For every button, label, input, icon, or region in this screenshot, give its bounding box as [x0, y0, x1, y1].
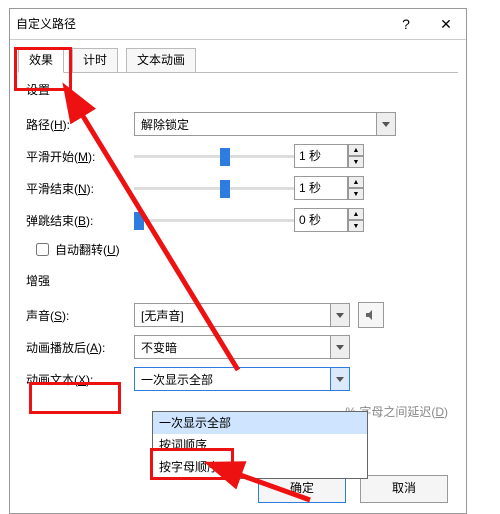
auto-reverse-checkbox[interactable] [36, 243, 49, 256]
spin-down[interactable]: ▼ [348, 156, 364, 168]
smooth-start-slider[interactable] [134, 145, 294, 167]
tabstrip: 效果 计时 文本动画 [18, 48, 458, 73]
enhance-header: 增强 [10, 264, 466, 291]
chevron-down-icon[interactable] [376, 113, 395, 135]
animate-text-label: 动画文本(X): [26, 371, 134, 388]
bounce-end-spinner[interactable]: 0 秒 ▲▼ [294, 208, 364, 232]
animate-text-dropdown: 一次显示全部 按词顺序 按字母顺序 [152, 411, 368, 479]
speaker-icon[interactable] [358, 302, 384, 328]
smooth-end-label: 平滑结束(N): [26, 180, 134, 197]
settings-header: 设置 [10, 73, 466, 100]
after-anim-label: 动画播放后(A): [26, 339, 134, 356]
dropdown-opt-by-letter[interactable]: 按字母顺序 [153, 456, 367, 478]
animate-text-combo[interactable]: 一次显示全部 [134, 367, 350, 391]
smooth-end-slider[interactable] [134, 177, 294, 199]
smooth-end-spinner[interactable]: 1 秒 ▲▼ [294, 176, 364, 200]
close-button[interactable]: ✕ [426, 9, 466, 39]
chevron-down-icon[interactable] [330, 336, 349, 358]
chevron-down-icon[interactable] [330, 368, 349, 390]
custom-path-dialog: 自定义路径 ? ✕ 效果 计时 文本动画 设置 路径(H): 解除锁定 平滑开始… [9, 8, 467, 514]
dialog-title: 自定义路径 [10, 9, 386, 39]
ok-button[interactable]: 确定 [258, 475, 346, 503]
cancel-button[interactable]: 取消 [360, 475, 448, 503]
spin-up[interactable]: ▲ [348, 144, 364, 156]
smooth-start-spinner[interactable]: 1 秒 ▲▼ [294, 144, 364, 168]
chevron-down-icon[interactable] [330, 304, 349, 326]
title-bar: 自定义路径 ? ✕ [10, 9, 466, 40]
sound-combo[interactable]: [无声音] [134, 303, 350, 327]
tab-text-anim[interactable]: 文本动画 [126, 48, 196, 73]
tab-timing[interactable]: 计时 [72, 48, 118, 73]
sound-label: 声音(S): [26, 307, 134, 324]
smooth-start-label: 平滑开始(M): [26, 148, 134, 165]
bounce-end-slider[interactable] [134, 209, 294, 231]
path-value: 解除锁定 [135, 116, 376, 133]
auto-reverse-label: 自动翻转(U) [55, 241, 120, 258]
path-label: 路径(H): [26, 116, 134, 133]
bounce-end-label: 弹跳结束(B): [26, 212, 134, 229]
tab-effect[interactable]: 效果 [18, 48, 64, 73]
after-anim-combo[interactable]: 不变暗 [134, 335, 350, 359]
dropdown-opt-show-all[interactable]: 一次显示全部 [153, 412, 367, 434]
path-combo[interactable]: 解除锁定 [134, 112, 396, 136]
dropdown-opt-by-word[interactable]: 按词顺序 [153, 434, 367, 456]
dialog-buttons: 确定 取消 [258, 475, 448, 503]
help-button[interactable]: ? [386, 9, 426, 39]
